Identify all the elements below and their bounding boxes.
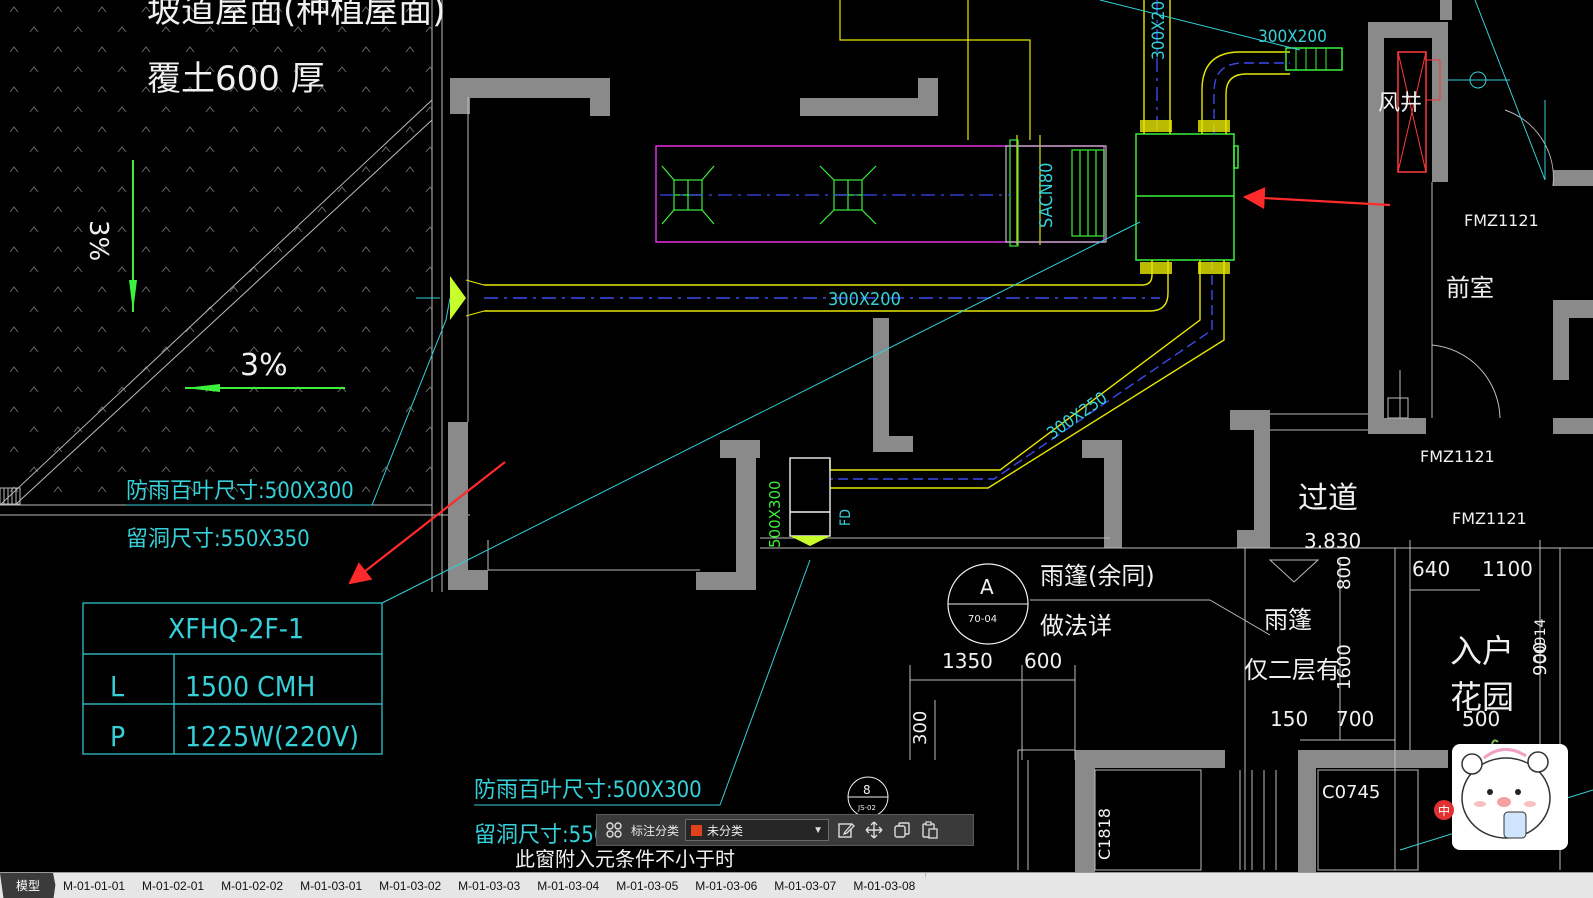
tab-layout[interactable]: M-01-01-01	[53, 873, 137, 898]
tab-model[interactable]: 模型	[0, 873, 58, 898]
dim-800: 800	[1334, 556, 1355, 590]
duct-size-top-right: 300X200	[1258, 27, 1327, 47]
callout-8-ref: JS-02	[857, 804, 876, 812]
bottom-note: 此窗附入元条件不小于时	[515, 847, 735, 871]
dim-1350: 1350	[942, 649, 993, 673]
tab-layout[interactable]: M-01-03-06	[685, 873, 769, 898]
flex-connectors	[1140, 120, 1230, 274]
tab-layout[interactable]: M-01-03-04	[527, 873, 611, 898]
fd-label: FD	[838, 509, 854, 526]
louver-1	[450, 276, 485, 320]
tab-layout[interactable]: M-01-03-03	[448, 873, 532, 898]
dim-300: 300	[910, 711, 931, 745]
dim-600: 600	[1024, 649, 1062, 673]
mascot-badge[interactable]: 中	[1434, 800, 1454, 820]
silencer-label: SACN80	[1036, 163, 1057, 228]
annotation-category-value: 未分类	[707, 823, 744, 838]
move-icon[interactable]	[863, 819, 885, 841]
canopy-note-1: 雨篷(余同)	[1040, 562, 1155, 590]
tab-layout[interactable]: M-01-02-01	[132, 873, 216, 898]
chevron-down-icon: ▼	[813, 824, 824, 836]
dim-700: 700	[1336, 707, 1374, 731]
top-right-louver	[1285, 47, 1343, 71]
duct-size-vertical-left: 500X300	[766, 480, 784, 548]
annotation-category-select[interactable]: 未分类 ▼	[685, 819, 830, 841]
edit-icon[interactable]	[835, 819, 857, 841]
garden-label: 花园	[1450, 678, 1514, 716]
door-label-1: FMZ1121	[1464, 211, 1539, 230]
copy-icon[interactable]	[891, 819, 913, 841]
tab-layout[interactable]: M-01-03-07	[764, 873, 848, 898]
canopy-note-2: 做法详	[1040, 612, 1112, 640]
tab-layout[interactable]: M-01-03-08	[843, 873, 927, 898]
louver-2	[790, 536, 830, 546]
entrance-label: 入户	[1450, 632, 1514, 670]
roof-text-1: 坡道屋面(种植屋面)	[147, 0, 446, 31]
dim-640: 640	[1412, 557, 1450, 581]
equipment-row-key-1: L	[110, 670, 124, 703]
callout-8-number: 8	[863, 783, 871, 797]
front-room-label: 前室	[1446, 274, 1494, 302]
annotation-category-label: 标注分类	[631, 823, 680, 838]
tab-layout[interactable]: M-01-03-02	[369, 873, 453, 898]
slope-label-horizontal: 3%	[240, 348, 288, 383]
dim-150: 150	[1270, 707, 1308, 731]
air-handler-box	[1135, 133, 1239, 261]
detail-ref: 70-04	[968, 614, 997, 625]
walls	[448, 0, 1593, 872]
duct-size-diagonal: 300X250	[1043, 388, 1111, 444]
cad-drawing-canvas[interactable]: 坡道屋面(种植屋面) 覆土600 厚 3% 3% SACN80 300X200 …	[0, 0, 1593, 872]
door-label-2: FMZ1121	[1420, 447, 1495, 466]
canopy-note-3: 雨篷	[1264, 606, 1312, 634]
canopy-note-4: 仅二层有	[1244, 656, 1340, 684]
annotation-toolbar: 标注分类 未分类 ▼	[596, 814, 974, 846]
elevation-label: 3.830	[1304, 529, 1361, 553]
hole-size-label-1: 留洞尺寸:550X350	[126, 527, 310, 552]
mascot-sticker[interactable]: 中	[1434, 738, 1572, 850]
equipment-row-value-1: 1500 CMH	[185, 670, 315, 703]
grid-icon[interactable]	[603, 819, 625, 841]
tab-layout[interactable]: M-01-03-01	[290, 873, 374, 898]
duct-size-main: 300X200	[828, 289, 901, 310]
roof-text-2: 覆土600 厚	[147, 59, 325, 99]
air-shaft-label: 风井	[1378, 91, 1422, 116]
category-color-swatch	[691, 824, 703, 836]
equipment-table-title: XFHQ-2F-1	[168, 612, 304, 645]
window-c0745: C0745	[1322, 782, 1380, 803]
corridor-label: 过道	[1298, 481, 1358, 516]
paste-icon[interactable]	[919, 819, 941, 841]
equipment-row-key-2: P	[110, 720, 125, 753]
detail-letter: A	[980, 575, 994, 599]
louver-size-label-1: 防雨百叶尺寸:500X300	[126, 479, 354, 504]
window-c1818: C1818	[1095, 808, 1114, 860]
duct-size-top-vertical: 300X200	[1149, 0, 1169, 60]
door-label-3: FMZ1121	[1452, 509, 1527, 528]
louver-size-label-2: 防雨百叶尺寸:500X300	[474, 778, 702, 803]
tab-layout[interactable]: M-01-03-05	[606, 873, 690, 898]
layout-tab-bar: 模型 M-01-01-01 M-01-02-01 M-01-02-02 M-01-03-…	[0, 872, 1593, 898]
dim-1600: 1600	[1334, 644, 1355, 690]
equipment-row-value-2: 1225W(220V)	[185, 720, 359, 753]
slope-label-vertical: 3%	[83, 220, 113, 261]
tab-layout[interactable]: M-01-02-02	[211, 873, 295, 898]
dim-1100: 1100	[1482, 557, 1533, 581]
window-c0914: C0914	[1533, 619, 1549, 664]
